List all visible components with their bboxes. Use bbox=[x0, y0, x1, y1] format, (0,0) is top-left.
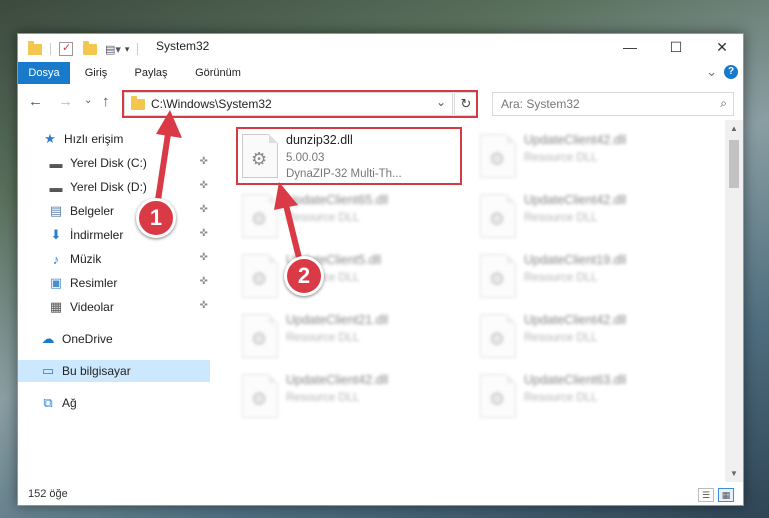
callout-arrows bbox=[155, 110, 303, 265]
callout-badge-1: 1 bbox=[136, 198, 176, 238]
callout-badge-2: 2 bbox=[284, 256, 324, 296]
arrow-2 bbox=[274, 182, 303, 265]
arrow-1 bbox=[155, 110, 182, 203]
